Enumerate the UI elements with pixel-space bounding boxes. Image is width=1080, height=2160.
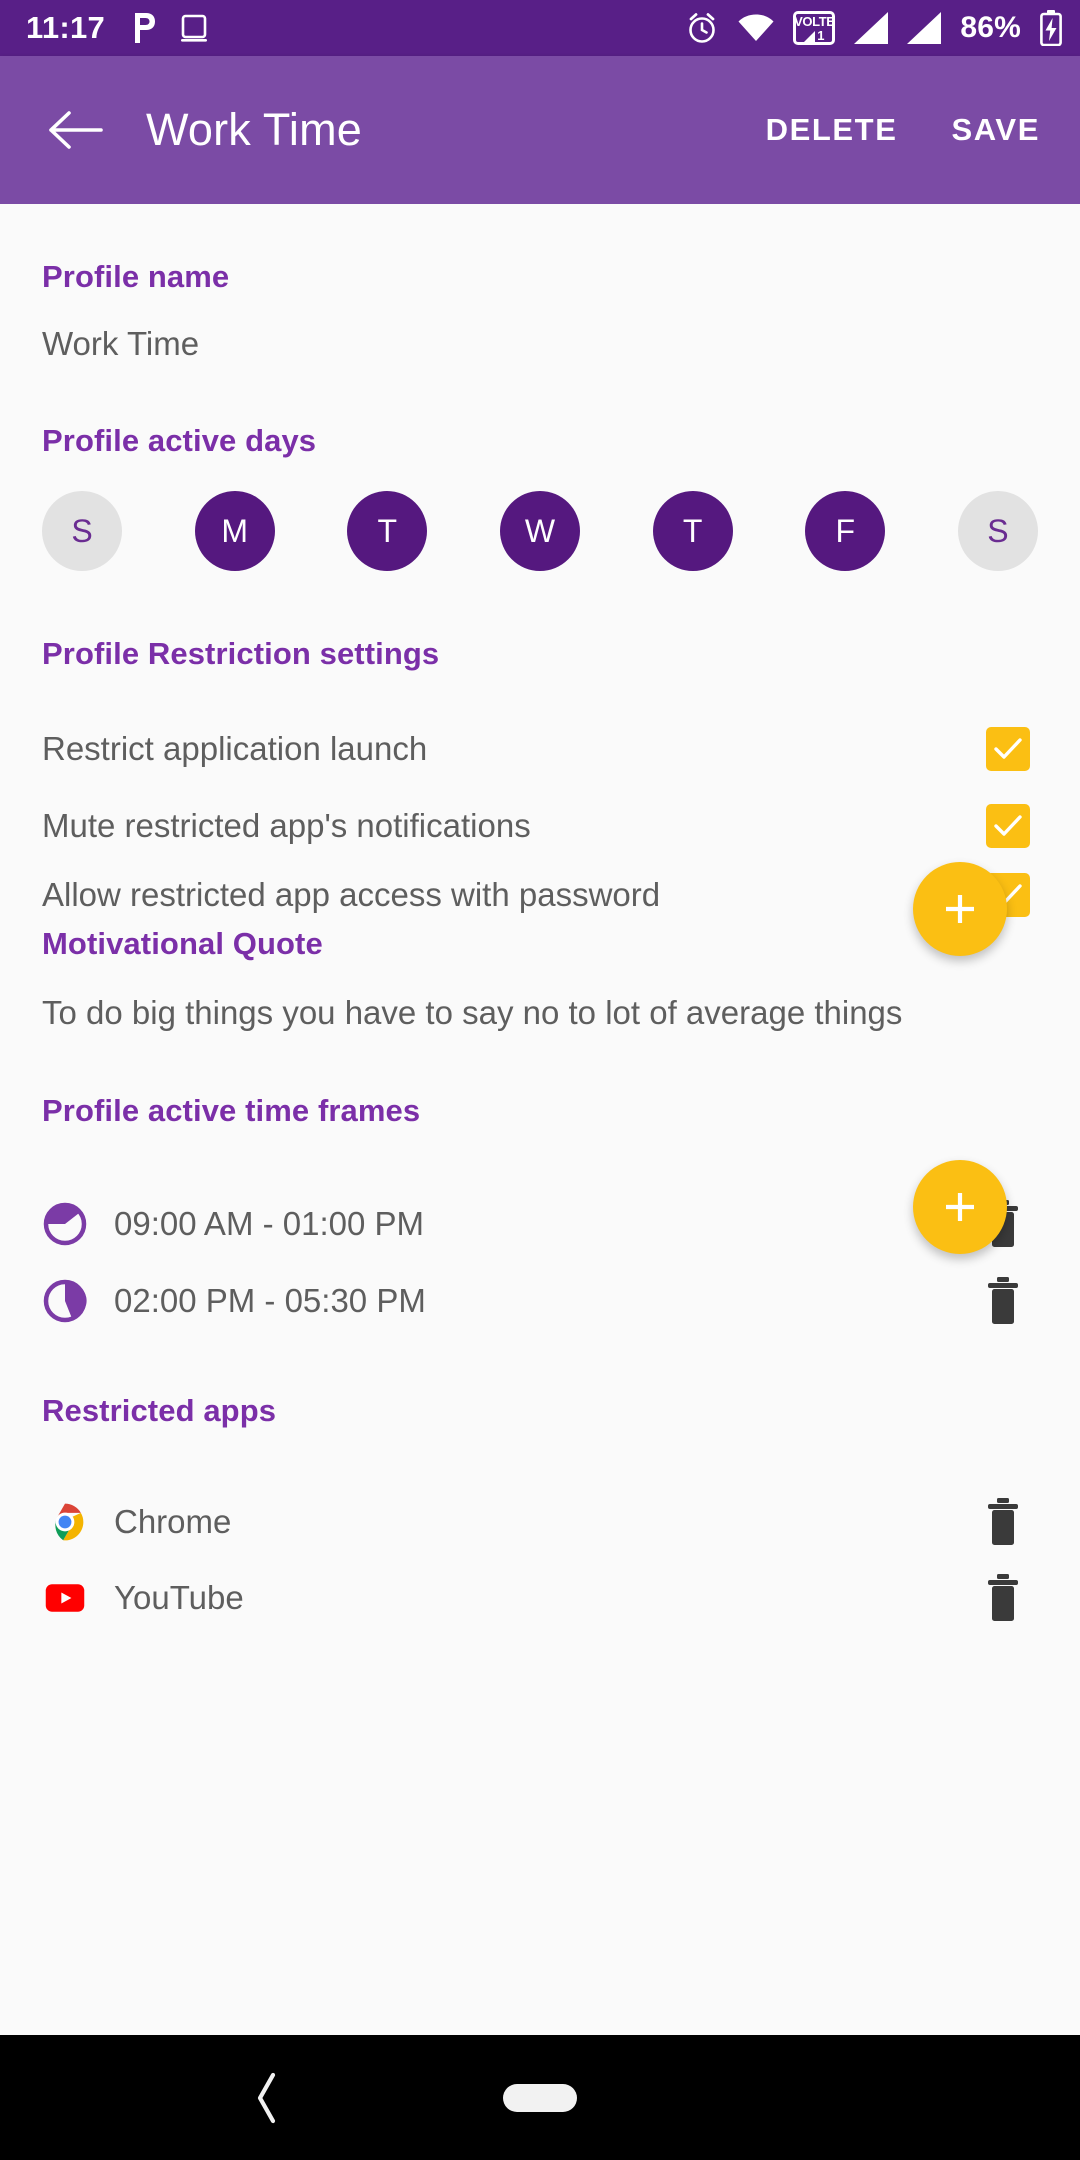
setting-row-restrict-launch[interactable]: Restrict application launch <box>42 717 1038 781</box>
restricted-app-name: Chrome <box>114 1503 232 1540</box>
youtube-icon <box>42 1575 88 1621</box>
time-frame-row[interactable]: 02:00 PM - 05:30 PM <box>42 1265 1038 1337</box>
restriction-settings-label: Profile Restriction settings <box>42 636 440 671</box>
day-selector-row: S M T W T F S <box>42 491 1038 571</box>
delete-restricted-app-button[interactable] <box>978 1570 1028 1626</box>
restricted-app-row[interactable]: Chrome <box>42 1486 1038 1558</box>
content-scroll-area[interactable]: Profile name Work Time Profile active da… <box>0 204 1080 2035</box>
volte-sim-number: 1 <box>817 27 825 43</box>
setting-label-password-access: Allow restricted app access with passwor… <box>42 876 661 913</box>
add-time-frame-button[interactable] <box>913 862 1007 956</box>
checkbox-restrict-launch[interactable] <box>986 727 1030 771</box>
page-title: Work Time <box>146 104 362 155</box>
status-bar: 11:17 VOLTE 1 86% <box>0 0 1080 56</box>
trash-icon <box>988 1574 1018 1621</box>
status-bar-right-icons: VOLTE 1 86% <box>685 10 1062 46</box>
setting-label-restrict-launch: Restrict application launch <box>42 730 428 767</box>
volte-icon: VOLTE 1 <box>793 11 836 45</box>
motivational-quote-label: Motivational Quote <box>42 926 323 961</box>
delete-restricted-app-button[interactable] <box>978 1494 1028 1550</box>
system-navigation-bar <box>0 2035 1080 2160</box>
phone-screen: 11:17 VOLTE 1 86% Work Time DELETE SAVE … <box>0 0 1080 2160</box>
day-toggle-wednesday[interactable]: W <box>499 491 580 571</box>
trash-icon <box>988 1277 1018 1324</box>
time-frame-range: 02:00 PM - 05:30 PM <box>114 1282 426 1319</box>
profile-name-label: Profile name <box>42 259 230 294</box>
restricted-app-row[interactable]: YouTube <box>42 1562 1038 1634</box>
time-frame-range: 09:00 AM - 01:00 PM <box>114 1205 425 1242</box>
app-bar-actions: DELETE SAVE <box>760 96 1080 164</box>
trash-icon <box>988 1498 1018 1545</box>
volte-label: VOLTE <box>794 13 835 29</box>
motivational-quote-field[interactable]: To do big things you have to say no to l… <box>42 994 902 1032</box>
plus-icon <box>946 895 974 923</box>
signal-2-icon <box>907 12 942 44</box>
status-bar-left-icons <box>131 12 209 44</box>
tablet-icon <box>179 13 209 43</box>
wifi-icon <box>738 14 774 42</box>
delete-button[interactable]: DELETE <box>760 96 904 164</box>
alarm-icon <box>685 11 719 45</box>
volte-signal-triangle-icon <box>804 30 816 42</box>
restricted-apps-label: Restricted apps <box>42 1393 277 1428</box>
nav-back-icon[interactable] <box>232 2063 302 2133</box>
nav-home-pill-icon[interactable] <box>503 2083 577 2112</box>
app-bar: Work Time DELETE SAVE <box>0 56 1080 204</box>
day-toggle-monday[interactable]: M <box>194 491 275 571</box>
add-restricted-app-button[interactable] <box>913 1160 1007 1254</box>
battery-percent-label: 86% <box>960 11 1021 44</box>
day-toggle-thursday[interactable]: T <box>652 491 733 571</box>
chrome-icon <box>42 1499 88 1545</box>
pie-clock-icon <box>42 1278 88 1324</box>
day-toggle-tuesday[interactable]: T <box>347 491 428 571</box>
parking-p-icon <box>131 12 157 44</box>
day-toggle-friday[interactable]: F <box>805 491 886 571</box>
status-bar-clock: 11:17 <box>26 10 106 45</box>
setting-row-password-access[interactable]: Allow restricted app access with passwor… <box>42 863 1038 927</box>
setting-row-mute-notifications[interactable]: Mute restricted app's notifications <box>42 794 1038 858</box>
back-arrow-icon[interactable] <box>28 82 124 178</box>
save-button[interactable]: SAVE <box>945 96 1046 164</box>
delete-time-frame-button[interactable] <box>978 1273 1028 1329</box>
day-toggle-sunday[interactable]: S <box>42 491 122 571</box>
volte-sim-indicator: 1 <box>804 29 824 42</box>
day-toggle-saturday[interactable]: S <box>957 491 1038 571</box>
profile-name-field[interactable]: Work Time <box>42 325 199 363</box>
restricted-app-name: YouTube <box>114 1579 244 1616</box>
signal-1-icon <box>854 12 889 44</box>
time-frames-label: Profile active time frames <box>42 1093 421 1128</box>
plus-icon <box>946 1193 974 1221</box>
battery-charging-icon <box>1040 10 1062 46</box>
checkbox-mute-notifications[interactable] <box>986 804 1030 848</box>
time-frame-row[interactable]: 09:00 AM - 01:00 PM <box>42 1188 1038 1260</box>
setting-label-mute-notifications: Mute restricted app's notifications <box>42 807 531 844</box>
profile-active-days-label: Profile active days <box>42 423 317 458</box>
pie-clock-icon <box>42 1201 88 1247</box>
